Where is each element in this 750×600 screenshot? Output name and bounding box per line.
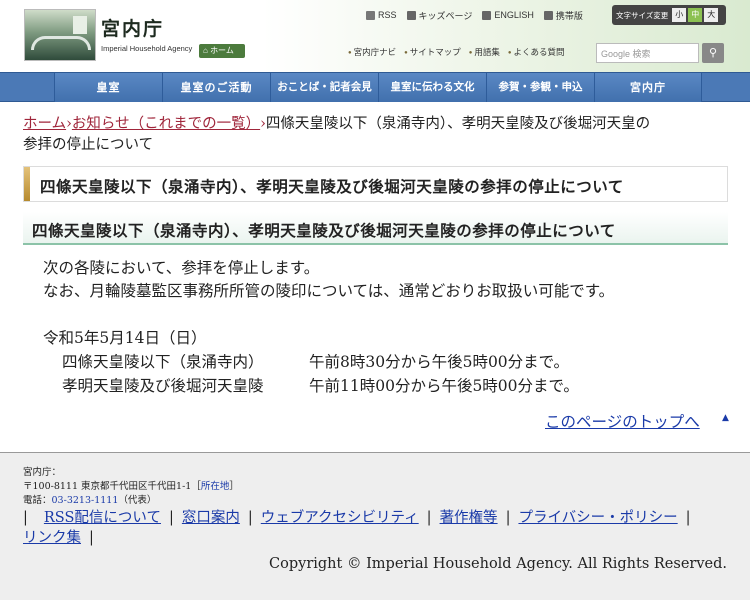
breadcrumb-current: 四條天皇陵以下（泉涌寺内）、孝明天皇陵及び後堀河天皇の xyxy=(265,116,651,132)
rss-label: RSS xyxy=(378,10,397,20)
gnav-culture[interactable]: 皇室に伝わる文化 xyxy=(378,73,486,102)
text-size-label: 文字サイズ変更 xyxy=(616,10,669,20)
gnav-imperial-family[interactable]: 皇室 xyxy=(54,73,162,102)
footer-link-accessibility[interactable]: ウェブアクセシビリティ xyxy=(261,510,419,526)
footer-link-counter[interactable]: 窓口案内 xyxy=(182,510,240,526)
site-subtitle: Imperial Household Agency xyxy=(101,44,193,53)
schedule-row-1-name: 四條天皇陵以下（泉涌寺内） xyxy=(62,353,264,371)
bridge-shape xyxy=(31,36,91,50)
site-footer: 宮内庁： 〒100-8111 東京都千代田区千代田1-1［所在地］ 電話：03-… xyxy=(0,452,750,600)
footer-tel-label: 電話： xyxy=(23,495,52,506)
section-heading: 四條天皇陵以下（泉涌寺内）、孝明天皇陵及び後堀河天皇陵の参拝の停止について xyxy=(23,212,728,245)
footer-link-links[interactable]: リンク集 xyxy=(23,530,81,546)
home-icon: ⌂ xyxy=(203,46,211,55)
footer-tel: 電話：03-3213-1111（代表） xyxy=(23,492,156,506)
text-size-medium[interactable]: 中 xyxy=(688,8,703,22)
schedule-row-1-time: 午前8時30分から午後5時00分まで。 xyxy=(309,353,570,371)
breadcrumb-home[interactable]: ホーム xyxy=(23,116,66,132)
gnav-agency[interactable]: 宮内庁 xyxy=(594,73,702,102)
schedule-row-2-time: 午前11時00分から午後5時00分まで。 xyxy=(309,377,579,395)
gnav-addresses[interactable]: おことば・記者会見 xyxy=(270,73,378,102)
page-top-link[interactable]: このページのトップへ xyxy=(545,410,700,432)
nav-link-navi[interactable]: 宮内庁ナビ xyxy=(348,46,397,58)
footer-link-rss[interactable]: RSS配信について xyxy=(44,510,161,526)
home-button[interactable]: ⌂ ホーム xyxy=(199,44,245,58)
home-label: ホーム xyxy=(210,46,234,55)
footer-address-link[interactable]: 所在地 xyxy=(201,481,230,492)
mobile-link[interactable]: 携帯版 xyxy=(543,8,583,22)
nav-link-glossary[interactable]: 用語集 xyxy=(469,46,500,58)
logo-photo[interactable] xyxy=(24,9,96,61)
footer-link-privacy[interactable]: プライバシー・ポリシー xyxy=(518,510,677,526)
section-heading-text: 四條天皇陵以下（泉涌寺内）、孝明天皇陵及び後堀河天皇陵の参拝の停止について xyxy=(32,221,616,240)
text-size-large[interactable]: 大 xyxy=(704,8,719,22)
gnav-activities[interactable]: 皇室のご活動 xyxy=(162,73,270,102)
date-line: 令和5年5月14日（日） xyxy=(43,329,207,347)
footer-tel-note: （代表） xyxy=(118,495,157,506)
english-label: ENGLISH xyxy=(494,10,534,20)
utility-links: RSS キッズページ ENGLISH 携帯版 xyxy=(366,8,583,22)
search-icon: ⚲ xyxy=(708,46,718,59)
header-nav-links: 宮内庁ナビ サイトマップ 用語集 よくある質問 xyxy=(348,46,565,58)
kids-link[interactable]: キッズページ xyxy=(406,8,473,22)
global-nav: 皇室 皇室のご活動 おことば・記者会見 皇室に伝わる文化 参賀・参観・申込 宮内… xyxy=(0,72,750,102)
text-size-small[interactable]: 小 xyxy=(672,8,687,22)
gnav-visits[interactable]: 参賀・参観・申込 xyxy=(486,73,594,102)
nav-link-sitemap[interactable]: サイトマップ xyxy=(404,46,461,58)
rss-icon xyxy=(366,10,375,20)
footer-org: 宮内庁： xyxy=(23,467,62,478)
kids-label: キッズページ xyxy=(418,10,473,21)
mobile-icon xyxy=(543,10,553,20)
arrow-up-icon: ▲ xyxy=(722,413,729,423)
breadcrumb-current-cont: 参拝の停止について xyxy=(23,137,154,153)
tower-shape xyxy=(73,16,87,34)
search-button[interactable]: ⚲ xyxy=(702,43,724,63)
body-paragraph-2: なお、月輪陵墓監区事務所所管の陵印については、通常どおりお取扱い可能です。 xyxy=(43,282,615,300)
title-accent-bar xyxy=(24,167,30,201)
footer-tel-link[interactable]: 03-3213-1111 xyxy=(52,495,119,506)
breadcrumb-news[interactable]: お知らせ（これまでの一覧） xyxy=(72,116,260,132)
page-title-box: 四條天皇陵以下（泉涌寺内）、孝明天皇陵及び後堀河天皇陵の参拝の停止について xyxy=(23,166,728,202)
copyright: Copyright © Imperial Household Agency. A… xyxy=(269,556,727,572)
globe-icon xyxy=(482,10,492,20)
site-header: 宮内庁 Imperial Household Agency ⌂ ホーム RSS … xyxy=(0,0,750,72)
text-size-control: 文字サイズ変更 小 中 大 xyxy=(612,5,726,25)
breadcrumb: ホーム›お知らせ（これまでの一覧）›四條天皇陵以下（泉涌寺内）、孝明天皇陵及び後… xyxy=(23,114,728,156)
rss-link[interactable]: RSS xyxy=(366,8,397,22)
english-link[interactable]: ENGLISH xyxy=(482,8,534,22)
site-title[interactable]: 宮内庁 xyxy=(101,14,164,41)
kids-icon xyxy=(406,10,416,20)
mobile-label: 携帯版 xyxy=(555,10,583,21)
nav-link-faq[interactable]: よくある質問 xyxy=(508,46,565,58)
footer-links: | RSS配信について | 窓口案内 | ウェブアクセシビリティ | 著作権等 | プライバシー・… xyxy=(23,510,691,546)
body-paragraph-1: 次の各陵において、参拝を停止します。 xyxy=(43,259,320,277)
page-title: 四條天皇陵以下（泉涌寺内）、孝明天皇陵及び後堀河天皇陵の参拝の停止について xyxy=(40,177,624,196)
footer-link-copyright[interactable]: 著作権等 xyxy=(440,510,498,526)
footer-address: 〒100-8111 東京都千代田区千代田1-1［所在地］ xyxy=(23,481,239,492)
schedule-row-2-name: 孝明天皇陵及び後堀河天皇陵 xyxy=(62,377,264,395)
search-input[interactable]: Google 検索 xyxy=(596,43,699,63)
footer-address-text: 〒100-8111 東京都千代田区千代田1-1 xyxy=(23,481,192,492)
